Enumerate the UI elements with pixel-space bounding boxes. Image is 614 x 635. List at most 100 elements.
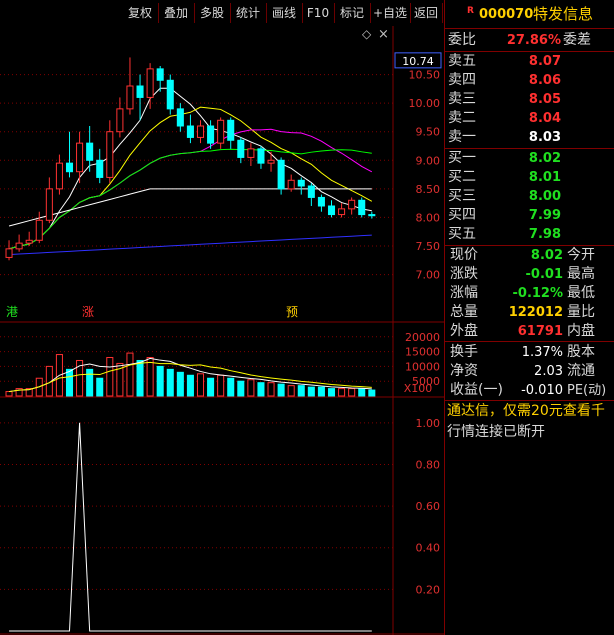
candle-body: [327, 205, 336, 216]
toolbar-button-0[interactable]: 复权: [122, 3, 159, 23]
webi-value: 27.86%: [506, 33, 561, 48]
toolbar-button-8[interactable]: 返回: [410, 3, 443, 23]
volume-value: 122012: [508, 305, 563, 320]
level-price: 8.00: [528, 189, 561, 204]
chart-toolbar: 复权 叠加 多股 统计 画线 F10 标记 +自选 返回: [0, 0, 444, 26]
ask-row: 卖三 8.05: [447, 89, 613, 110]
toolbar-button-7[interactable]: +自选: [370, 3, 411, 23]
level-price: 7.99: [528, 208, 561, 223]
level-label: 买一: [448, 150, 476, 166]
finance-row-turnover: 换手 1.37% 股本: [449, 342, 614, 363]
volume-bar: [156, 365, 164, 397]
bid-row: 买四 7.99: [447, 205, 613, 226]
price-tick-label: 10.00: [409, 97, 441, 110]
level-label: 买三: [448, 188, 476, 204]
indicator-tick-label: 0.80: [416, 458, 441, 471]
candle-body: [96, 159, 104, 178]
event-marker: 涨: [82, 304, 94, 319]
volume-bar: [297, 385, 305, 397]
change-value: -0.01: [525, 267, 563, 282]
candle-body: [267, 159, 275, 164]
float-label: 流通: [567, 363, 595, 379]
turnover-label: 换手: [450, 344, 478, 360]
candle-body: [368, 214, 376, 217]
toolbar-button-2[interactable]: 多股: [194, 3, 231, 23]
level-label: 卖四: [448, 72, 476, 88]
ma30-line: [8, 148, 372, 250]
volume-bar: [166, 368, 174, 397]
level-label: 卖二: [448, 110, 476, 126]
toolbar-button-3[interactable]: 统计: [230, 3, 267, 23]
level-label: 卖三: [448, 91, 476, 107]
candle-body: [15, 242, 23, 250]
volume-bar: [86, 368, 94, 397]
volume-bar: [176, 371, 184, 397]
bid-row: 买五 7.98: [447, 224, 613, 245]
level-price: 8.02: [528, 151, 561, 166]
volume-bar: [5, 391, 13, 397]
ask-row: 卖四 8.06: [447, 70, 613, 91]
candle-body: [35, 219, 43, 241]
volume-bar: [267, 382, 275, 397]
volume-bar: [207, 377, 215, 397]
price-tick-label: 8.00: [416, 211, 441, 224]
candle-body: [116, 108, 124, 133]
candle-body: [146, 68, 154, 98]
level-price: 8.06: [528, 73, 561, 88]
ad-link[interactable]: 通达信，仅需20元查看千: [447, 401, 614, 422]
r-mark: R: [467, 6, 474, 16]
volume-bar: [257, 382, 265, 397]
candle-body: [156, 68, 164, 81]
candle-body: [76, 142, 84, 173]
toolbar-button-6[interactable]: 标记: [334, 3, 371, 23]
price-tick-label: 10.50: [409, 69, 441, 82]
volume-bar: [126, 352, 134, 397]
stock-code: 000070: [479, 7, 534, 22]
toolbar-button-1[interactable]: 叠加: [158, 3, 195, 23]
toolbar-button-5[interactable]: F10: [302, 3, 335, 23]
price-tick-label: 7.00: [416, 269, 441, 282]
level-price: 7.98: [528, 227, 561, 242]
candle-body: [207, 125, 215, 144]
candle-body: [317, 196, 325, 207]
change-label: 涨跌: [450, 266, 478, 282]
quote-block: 现价 8.02 今开 涨跌 -0.01 最高 涨幅 -0.12% 最低 总量 1…: [447, 245, 613, 340]
toolbar-button-4[interactable]: 画线: [266, 3, 303, 23]
netasset-value: 2.03: [534, 364, 563, 379]
candle-body: [338, 208, 346, 216]
ask-row: 卖一 8.03: [447, 127, 613, 148]
price-tick-label: 9.50: [416, 126, 441, 139]
candle-body: [55, 162, 63, 190]
volume-bar: [277, 383, 285, 397]
eps-value: -0.010: [521, 383, 563, 398]
current-price-label: 10.74: [402, 55, 434, 68]
candle-body: [227, 119, 235, 141]
chart-area[interactable]: 10.50 10.00 9.50 9.00 8.50 8.00 7.50 7.00 10.74 港…: [0, 26, 444, 635]
candle-body: [45, 188, 53, 221]
candle-body: [106, 131, 114, 178]
divider: [445, 28, 614, 29]
volume-bar: [227, 377, 235, 397]
finance-row-netasset: 净资 2.03 流通: [449, 361, 614, 382]
connection-status: 行情连接已断开: [447, 424, 545, 440]
high-label: 最高: [567, 266, 595, 282]
bid-row: 买三 8.00: [447, 186, 613, 207]
volume-bar: [307, 386, 315, 397]
ma120-line: [8, 188, 372, 227]
indicator-tick-label: 0.60: [416, 500, 441, 513]
volume-bar: [348, 388, 356, 397]
outer-value: 61791: [517, 324, 563, 339]
close-pane-icon: ×: [378, 27, 389, 42]
quote-row-volume: 总量 122012 量比: [449, 302, 614, 323]
bid-list: 买一 8.02 买二 8.01 买三 8.00 买四 7.99 买五 7.98: [447, 148, 613, 244]
netasset-label: 净资: [450, 363, 478, 379]
stock-info-panel: R 000070 特发信息 委比 27.86% 委差 卖五 8.07 卖四 8.06 卖…: [444, 0, 614, 635]
webi-label: 委比: [448, 32, 476, 48]
volume-bar: [217, 374, 225, 397]
finance-row-eps: 收益(一) -0.010 PE(动): [449, 380, 614, 401]
level-label: 买二: [448, 169, 476, 185]
volume-bar: [358, 388, 366, 397]
level-label: 卖一: [448, 129, 476, 145]
candle-body: [186, 125, 194, 138]
candle-body: [277, 159, 285, 190]
